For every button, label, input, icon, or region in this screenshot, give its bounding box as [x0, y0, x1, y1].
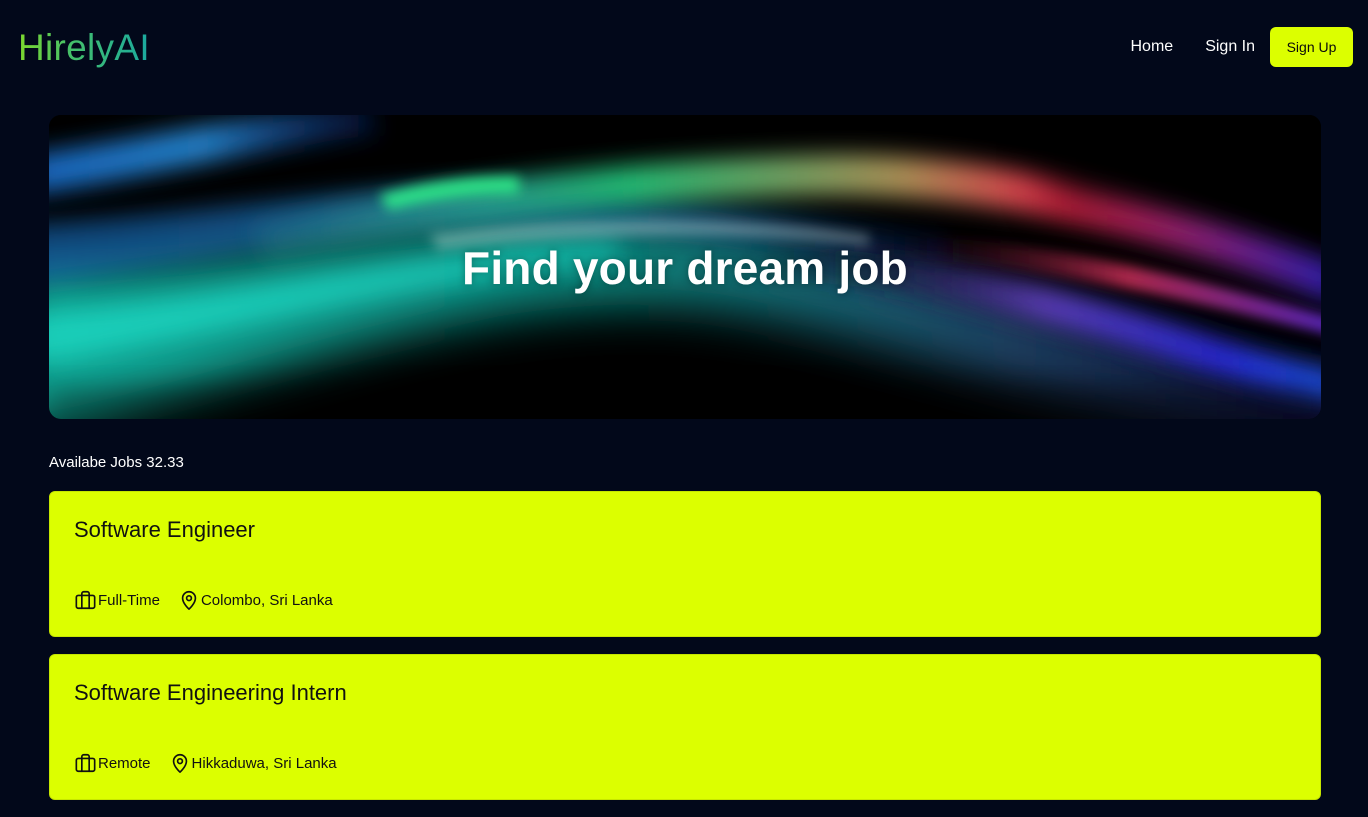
job-title: Software Engineer — [74, 517, 255, 542]
signup-button[interactable]: Sign Up — [1270, 27, 1353, 67]
map-pin-icon — [178, 589, 201, 611]
job-list: Software Engineer Full-Time Colombo, Sri… — [49, 491, 1321, 817]
hero-banner: Find your dream job — [49, 115, 1321, 419]
hero-title: Find your dream job — [462, 242, 908, 294]
job-type: Remote — [74, 752, 151, 774]
job-meta: Full-Time Colombo, Sri Lanka — [74, 589, 351, 611]
job-type: Full-Time — [74, 589, 160, 611]
job-location-label: Colombo, Sri Lanka — [200, 591, 333, 609]
job-location: Hikkaduwa, Sri Lanka — [169, 752, 337, 774]
briefcase-icon — [74, 589, 98, 611]
job-card[interactable]: Software Engineering Intern Remote Hikka… — [49, 654, 1321, 800]
job-location: Colombo, Sri Lanka — [178, 589, 333, 611]
job-location-label: Hikkaduwa, Sri Lanka — [191, 754, 337, 772]
nav-signin-link[interactable]: Sign In — [1205, 38, 1255, 56]
available-jobs-count: Availabe Jobs 32.33 — [49, 454, 184, 471]
top-navbar: HirelyAI Home Sign In Sign Up — [0, 0, 1368, 95]
nav-home-link[interactable]: Home — [1131, 38, 1174, 56]
job-title: Software Engineering Intern — [74, 680, 347, 705]
job-type-label: Full-Time — [98, 591, 160, 609]
main-nav: Home Sign In Sign Up — [1131, 27, 1353, 67]
job-card[interactable]: Software Engineer Full-Time Colombo, Sri… — [49, 491, 1321, 637]
briefcase-icon — [74, 752, 98, 774]
map-pin-icon — [169, 752, 192, 774]
job-type-label: Remote — [98, 754, 151, 772]
job-meta: Remote Hikkaduwa, Sri Lanka — [74, 752, 355, 774]
brand-logo[interactable]: HirelyAI — [18, 26, 150, 70]
